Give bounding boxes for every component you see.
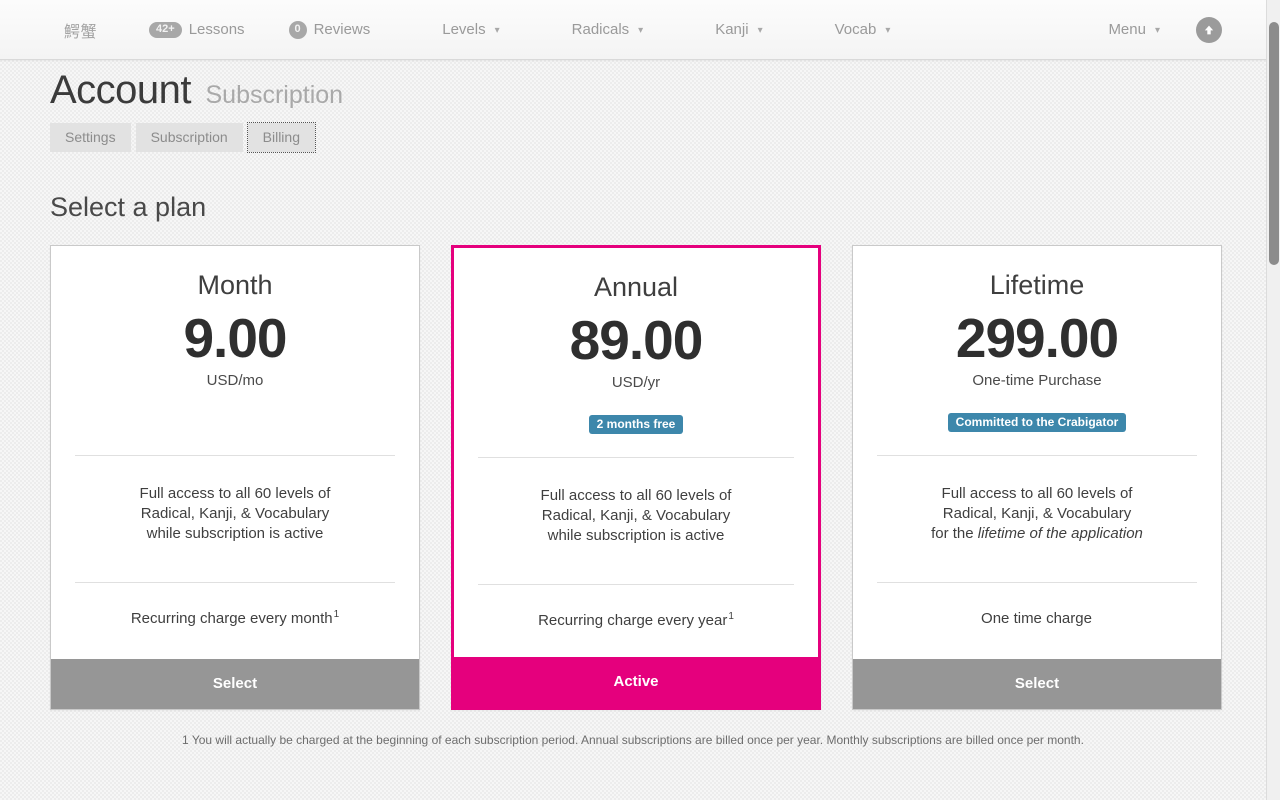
plan-charge-footnote-marker: 1 [333, 609, 340, 621]
plan-feature-line-2: Radical, Kanji, & Vocabulary [541, 507, 731, 525]
plan-feature-line-2: Radical, Kanji, & Vocabulary [942, 505, 1132, 523]
account-tabs: Settings Subscription Billing [50, 122, 1266, 153]
arrow-up-circle-icon[interactable] [1196, 16, 1222, 43]
plan-charge: One time charge [877, 583, 1197, 655]
plan-card-list: Month 9.00 USD/mo Full access to all 60 … [50, 245, 1266, 711]
plan-card-month-body: Month 9.00 USD/mo Full access to all 60 … [51, 246, 419, 659]
page-scrollbar-track[interactable] [1266, 0, 1280, 800]
plan-charge-text: Recurring charge every month [130, 610, 333, 628]
plan-features: Full access to all 60 levels of Radical,… [877, 456, 1197, 572]
plan-select-button-lifetime[interactable]: Select [853, 659, 1221, 710]
page-scrollbar-thumb[interactable] [1269, 22, 1279, 265]
plan-feature-line-3-text: while subscription is active [146, 525, 324, 543]
plan-card-lifetime-body: Lifetime 299.00 One-time Purchase Commit… [853, 246, 1221, 659]
plan-charge: Recurring charge every month1 [75, 583, 395, 655]
plan-badge [227, 419, 243, 426]
plan-card-annual-body: Annual 89.00 USD/yr 2 months free Full a… [454, 248, 818, 657]
plan-name: Annual [593, 272, 679, 302]
plans-footnote: 1 You will actually be charged at the be… [182, 733, 1084, 748]
plan-feature-line-1: Full access to all 60 levels of [139, 485, 331, 503]
plan-period: One-time Purchase [972, 372, 1102, 390]
site-logo[interactable]: 鰐蟹 [64, 18, 97, 42]
page-subtitle: Subscription [205, 81, 344, 109]
nav-item-levels-label: Levels [442, 21, 486, 38]
plan-charge-footnote-marker: 1 [728, 611, 734, 623]
nav-item-kanji[interactable]: Kanji ▾ [715, 21, 762, 38]
nav-item-lessons-label: Lessons [188, 21, 245, 38]
plan-price: 299.00 [955, 307, 1119, 369]
plan-period: USD/yr [611, 374, 661, 392]
plan-badge: Committed to the Crabigator [947, 412, 1127, 432]
reviews-count-badge: 0 [288, 20, 307, 39]
section-title: Select a plan [50, 192, 207, 222]
chevron-down-icon: ▾ [885, 25, 891, 36]
plan-charge-text: One time charge [981, 610, 1092, 628]
plan-feature-line-3: while subscription is active [478, 526, 794, 546]
nav-item-radicals[interactable]: Radicals ▾ [572, 21, 644, 38]
plan-price: 89.00 [569, 309, 704, 371]
tab-settings-label: Settings [65, 129, 116, 145]
nav-item-reviews[interactable]: 0 Reviews [288, 20, 371, 39]
plan-card-lifetime[interactable]: Lifetime 299.00 One-time Purchase Commit… [852, 245, 1222, 711]
tab-billing[interactable]: Billing [246, 122, 317, 153]
plan-feature-line-1: Full access to all 60 levels of [941, 485, 1133, 503]
plan-active-button-annual[interactable]: Active [454, 657, 818, 708]
nav-item-radicals-label: Radicals [571, 21, 630, 38]
nav-item-menu[interactable]: Menu ▾ [1108, 21, 1160, 38]
plan-feature-line-1: Full access to all 60 levels of [540, 487, 732, 505]
plan-feature-line-3: for the lifetime of the application [877, 524, 1197, 544]
plan-charge-text: Recurring charge every year [538, 612, 728, 630]
nav-item-reviews-label: Reviews [313, 21, 371, 38]
page-header: Account Subscription [0, 60, 1266, 113]
plan-price: 9.00 [183, 307, 287, 369]
plan-feature-line-3-text: for the [931, 525, 978, 543]
nav-right-group: Menu ▾ [1108, 16, 1266, 43]
tab-subscription-label: Subscription [150, 129, 228, 145]
chevron-down-icon: ▾ [1154, 25, 1160, 36]
site-logo-label: 鰐蟹 [64, 23, 98, 41]
nav-item-kanji-label: Kanji [715, 21, 749, 38]
plan-name: Lifetime [989, 270, 1085, 300]
page-content: Account Subscription Settings Subscripti… [0, 60, 1266, 748]
nav-item-menu-label: Menu [1108, 21, 1146, 38]
page-title: Account [50, 68, 192, 112]
plan-badge-row [75, 399, 395, 445]
plan-feature-line-3: while subscription is active [75, 524, 395, 544]
tab-settings[interactable]: Settings [50, 123, 131, 152]
nav-item-vocab-label: Vocab [834, 21, 877, 38]
plan-name: Month [197, 270, 273, 300]
plan-period: USD/mo [206, 372, 264, 390]
plan-feature-line-2: Radical, Kanji, & Vocabulary [140, 505, 330, 523]
nav-item-vocab[interactable]: Vocab ▾ [835, 21, 891, 38]
plan-card-annual[interactable]: Annual 89.00 USD/yr 2 months free Full a… [451, 245, 821, 711]
plan-features: Full access to all 60 levels of Radical,… [75, 456, 395, 572]
plan-feature-line-3-text: while subscription is active [547, 527, 725, 545]
nav-left-group: 鰐蟹 42+ Lessons 0 Reviews Levels ▾ Radica… [0, 18, 890, 42]
lessons-count-badge: 42+ [149, 21, 182, 38]
chevron-down-icon: ▾ [638, 25, 644, 36]
tab-billing-label: Billing [262, 129, 300, 145]
plan-badge-row: 2 months free [478, 401, 794, 447]
chevron-down-icon: ▾ [757, 25, 763, 36]
chevron-down-icon: ▾ [494, 25, 500, 36]
top-navigation-bar: 鰐蟹 42+ Lessons 0 Reviews Levels ▾ Radica… [0, 0, 1266, 60]
plan-feature-line-3-emphasis: lifetime of the application [977, 525, 1143, 543]
plan-features: Full access to all 60 levels of Radical,… [478, 458, 794, 574]
plan-badge: 2 months free [588, 414, 684, 434]
nav-item-levels[interactable]: Levels ▾ [442, 21, 499, 38]
tab-subscription[interactable]: Subscription [135, 123, 243, 152]
plan-select-button-month[interactable]: Select [51, 659, 419, 710]
plan-badge-row: Committed to the Crabigator [877, 399, 1197, 445]
nav-item-lessons[interactable]: 42+ Lessons [149, 21, 245, 38]
plan-card-month[interactable]: Month 9.00 USD/mo Full access to all 60 … [50, 245, 420, 711]
plan-charge: Recurring charge every year1 [478, 585, 794, 657]
